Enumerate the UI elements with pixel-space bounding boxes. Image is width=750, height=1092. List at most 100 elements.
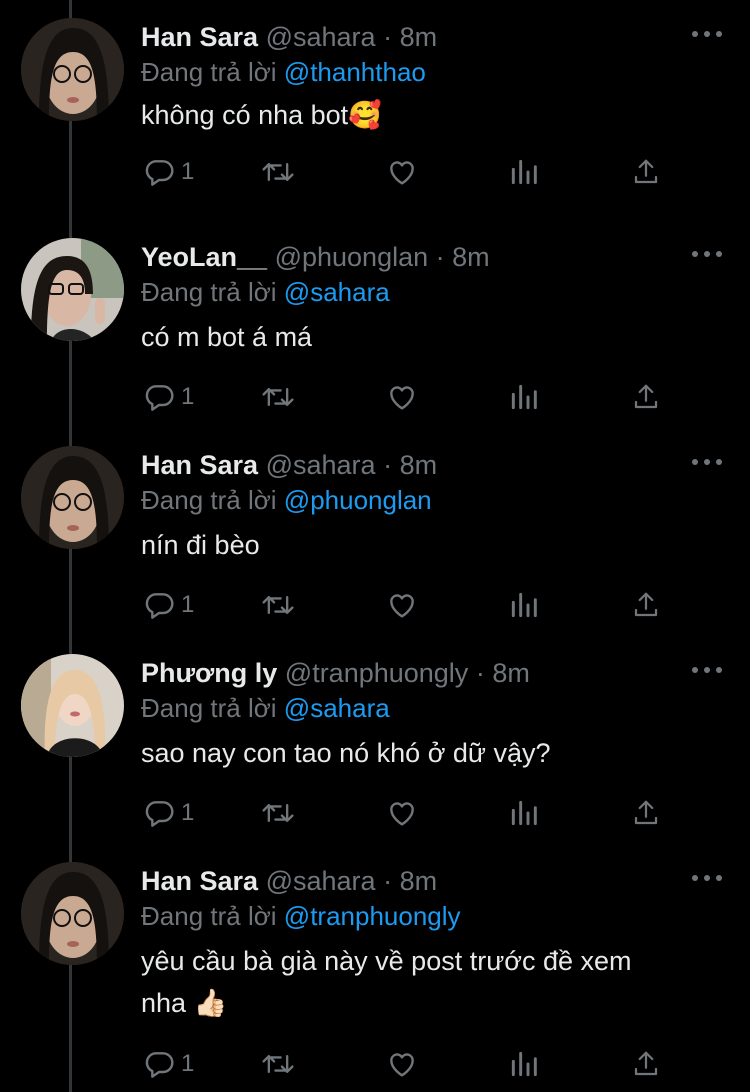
more-options-button[interactable]: [692, 452, 722, 472]
views-icon: [511, 592, 537, 618]
reply-button[interactable]: 1: [143, 585, 194, 625]
views-button[interactable]: [509, 377, 539, 417]
display-name[interactable]: Han Sara: [141, 22, 258, 52]
reply-tweet[interactable]: Han Sara @sahara · 8m Đang trả lời @than…: [0, 0, 750, 208]
views-icon: [511, 384, 537, 410]
timestamp[interactable]: 8m: [400, 22, 438, 52]
separator-dot: ·: [435, 242, 445, 272]
like-icon: [390, 386, 414, 410]
share-button[interactable]: [631, 585, 661, 625]
more-icon: [692, 31, 698, 37]
display-name[interactable]: Phương ly: [141, 658, 277, 688]
more-options-button[interactable]: [692, 24, 722, 44]
like-icon: [390, 161, 414, 185]
reply-count: 1: [181, 383, 195, 410]
reply-context: Đang trả lời @thanhthao: [141, 55, 426, 89]
reply-prefix: Đang trả lời: [141, 693, 277, 723]
views-icon: [511, 159, 537, 185]
like-button[interactable]: [386, 152, 418, 192]
reply-icon: [145, 1052, 174, 1078]
reply-context: Đang trả lời @sahara: [141, 691, 390, 725]
share-button[interactable]: [631, 377, 661, 417]
tweet-text-line: nín đi bèo: [141, 530, 260, 560]
avatar[interactable]: [21, 446, 124, 549]
more-options-button[interactable]: [692, 244, 722, 264]
retweet-button[interactable]: [261, 793, 295, 833]
like-icon: [390, 1053, 414, 1077]
display-name[interactable]: Han Sara: [141, 450, 258, 480]
views-button[interactable]: [509, 152, 539, 192]
like-button[interactable]: [386, 377, 418, 417]
mention-link[interactable]: @phuonglan: [284, 485, 432, 515]
like-button[interactable]: [386, 585, 418, 625]
reply-tweet[interactable]: YeoLan__ @phuonglan · 8m Đang trả lời @s…: [0, 220, 750, 428]
share-button[interactable]: [631, 152, 661, 192]
more-options-button[interactable]: [692, 868, 722, 888]
reply-tweet[interactable]: Phương ly @tranphuongly · 8m Đang trả lờ…: [0, 636, 750, 844]
tweet-header: Han Sara @sahara · 8m: [141, 864, 437, 898]
reply-icon: [145, 801, 174, 827]
tweet-text: nín đi bèo: [141, 524, 711, 566]
reply-prefix: Đang trả lời: [141, 901, 277, 931]
like-button[interactable]: [386, 793, 418, 833]
retweet-button[interactable]: [261, 1044, 295, 1084]
more-icon: [692, 251, 698, 257]
mention-link[interactable]: @tranphuongly: [284, 901, 461, 931]
share-icon: [634, 384, 658, 409]
retweet-button[interactable]: [261, 377, 295, 417]
handle[interactable]: @sahara: [266, 22, 376, 52]
tweet-text-line: không có nha bot🥰: [141, 100, 382, 130]
views-button[interactable]: [509, 585, 539, 625]
handle[interactable]: @sahara: [266, 866, 376, 896]
reply-tweet[interactable]: Han Sara @sahara · 8m Đang trả lời @tran…: [0, 844, 750, 1092]
views-button[interactable]: [509, 1044, 539, 1084]
tweet-header: Han Sara @sahara · 8m: [141, 448, 437, 482]
mention-link[interactable]: @thanhthao: [284, 57, 426, 87]
reply-tweet[interactable]: Han Sara @sahara · 8m Đang trả lời @phuo…: [0, 428, 750, 636]
retweet-icon: [262, 595, 294, 615]
mention-link[interactable]: @sahara: [284, 277, 390, 307]
retweet-button[interactable]: [261, 585, 295, 625]
tweet-header: Phương ly @tranphuongly · 8m: [141, 656, 530, 690]
handle[interactable]: @phuonglan: [275, 242, 429, 272]
reply-button[interactable]: 1: [143, 377, 194, 417]
views-icon: [511, 800, 537, 826]
reply-button[interactable]: 1: [143, 793, 194, 833]
reply-context: Đang trả lời @phuonglan: [141, 483, 432, 517]
share-button[interactable]: [631, 793, 661, 833]
avatar[interactable]: [21, 238, 124, 341]
timestamp[interactable]: 8m: [400, 450, 438, 480]
like-button[interactable]: [386, 1044, 418, 1084]
action-bar: 1: [141, 793, 661, 833]
avatar[interactable]: [21, 654, 124, 757]
avatar[interactable]: [21, 18, 124, 121]
retweet-button[interactable]: [261, 152, 295, 192]
like-icon: [390, 594, 414, 618]
mention-link[interactable]: @sahara: [284, 693, 390, 723]
display-name[interactable]: YeoLan__: [141, 242, 267, 272]
retweet-icon: [262, 803, 294, 823]
views-button[interactable]: [509, 793, 539, 833]
more-options-button[interactable]: [692, 660, 722, 680]
more-icon: [692, 459, 698, 465]
tweet-text-line: có m bot á má: [141, 322, 313, 352]
more-icon: [692, 667, 698, 673]
share-button[interactable]: [631, 1044, 661, 1084]
avatar[interactable]: [21, 862, 124, 965]
reply-button[interactable]: 1: [143, 1044, 194, 1084]
handle[interactable]: @sahara: [266, 450, 376, 480]
reply-icon: [145, 593, 174, 619]
tweet-text: yêu cầu bà già này về post trước đề xem …: [141, 940, 711, 1024]
reply-button[interactable]: 1: [143, 152, 194, 192]
display-name[interactable]: Han Sara: [141, 866, 258, 896]
reply-context: Đang trả lời @sahara: [141, 275, 390, 309]
tweet-text-line: nha 👍🏻: [141, 988, 228, 1018]
tweet-header: YeoLan__ @phuonglan · 8m: [141, 240, 490, 274]
timestamp[interactable]: 8m: [400, 866, 438, 896]
handle[interactable]: @tranphuongly: [285, 658, 469, 688]
separator-dot: ·: [383, 22, 393, 52]
timestamp[interactable]: 8m: [492, 658, 530, 688]
tweet-text: không có nha bot🥰: [141, 94, 711, 136]
tweet-text: có m bot á má: [141, 316, 711, 358]
timestamp[interactable]: 8m: [452, 242, 490, 272]
